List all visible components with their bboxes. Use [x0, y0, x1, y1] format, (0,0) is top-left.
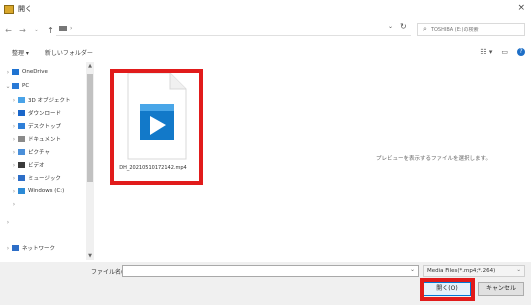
forward-arrow-icon[interactable]: →: [17, 26, 28, 35]
scroll-down-icon[interactable]: ▼: [86, 253, 94, 259]
help-icon[interactable]: ?: [517, 48, 525, 56]
organize-menu-button[interactable]: 整理 ▾: [12, 48, 29, 57]
cancel-button[interactable]: キャンセル: [478, 282, 524, 296]
preview-pane-icon[interactable]: ▭: [501, 48, 508, 56]
nav-item-label: OneDrive: [22, 69, 48, 75]
nav-item-desktop[interactable]: › デスクトップ: [10, 120, 61, 132]
preview-message: プレビューを表示するファイルを選択します。: [376, 156, 491, 162]
file-highlight-box: [110, 69, 203, 185]
pictures-icon: [18, 149, 25, 155]
navigation-pane: › OneDrive ⌄ PC › 3D オブジェクト › ダウンロード › デスクトップ › ドキュ…: [0, 62, 92, 260]
open-highlight-box: [420, 278, 475, 301]
expand-chevron-icon[interactable]: ›: [4, 69, 12, 76]
file-type-filter[interactable]: Media Files(*.mp4;*.264) ⌄: [423, 265, 525, 277]
expand-chevron-icon[interactable]: ›: [10, 123, 18, 130]
filter-dropdown-icon: ⌄: [516, 267, 521, 273]
expand-chevron-icon[interactable]: ›: [10, 136, 18, 143]
address-dropdown-icon[interactable]: ⌄: [388, 23, 393, 30]
expand-chevron-icon[interactable]: ⌄: [4, 83, 12, 90]
nav-item-onedrive[interactable]: › OneDrive: [4, 66, 48, 78]
filename-dropdown-icon[interactable]: ⌄: [410, 266, 415, 273]
search-input[interactable]: [430, 26, 519, 33]
nav-item-download[interactable]: › ダウンロード: [10, 107, 61, 119]
expand-chevron-icon[interactable]: ›: [10, 162, 18, 169]
scroll-up-icon[interactable]: ▲: [86, 63, 94, 69]
new-folder-button[interactable]: 新しいフォルダー: [45, 48, 93, 57]
nav-item-documents[interactable]: › ドキュメント: [10, 133, 61, 145]
download-icon: [18, 110, 25, 116]
drive-icon: [18, 188, 25, 194]
videos-icon: [18, 162, 25, 168]
nav-item-pictures[interactable]: › ピクチャ: [10, 146, 50, 158]
nav-item-3d-objects[interactable]: › 3D オブジェクト: [10, 94, 71, 106]
search-icon: ⌕: [423, 25, 427, 33]
folder-app-icon: [4, 4, 14, 14]
expand-chevron-icon[interactable]: ›: [10, 201, 18, 208]
dialog-footer: ファイル名(N): ⌄ Media Files(*.mp4;*.264) ⌄ 開…: [0, 262, 531, 305]
up-arrow-icon[interactable]: ↑: [45, 26, 56, 35]
back-arrow-icon[interactable]: ←: [3, 26, 14, 35]
onedrive-icon: [12, 69, 19, 75]
recent-dropdown-icon[interactable]: ⌄: [31, 27, 42, 33]
path-separator: ›: [70, 25, 73, 32]
nav-item-label: ピクチャ: [28, 150, 50, 156]
expand-chevron-icon[interactable]: ›: [10, 97, 18, 104]
expand-chevron-icon[interactable]: ›: [10, 188, 18, 195]
filename-input[interactable]: [122, 265, 419, 277]
nav-item-music[interactable]: › ミュージック: [10, 172, 61, 184]
title-bar: 開く ×: [0, 0, 531, 18]
music-icon: [18, 175, 25, 181]
refresh-icon[interactable]: ↻: [400, 22, 407, 31]
nav-item-pc[interactable]: ⌄ PC: [4, 80, 29, 92]
nav-scrollbar[interactable]: ▲ ▼: [86, 62, 94, 260]
close-icon[interactable]: ×: [517, 3, 525, 13]
nav-item-label: Windows (C:): [28, 188, 65, 194]
nav-item-videos[interactable]: › ビデオ: [10, 159, 45, 171]
nav-scroll-thumb[interactable]: [87, 74, 93, 182]
expand-chevron-icon[interactable]: ›: [10, 110, 18, 117]
nav-item-label: ネットワーク: [22, 246, 56, 252]
desktop-icon: [18, 123, 25, 129]
drive-path-icon: [59, 26, 67, 31]
nav-item-collapsed[interactable]: ›: [10, 198, 18, 210]
nav-item-label: 3D オブジェクト: [28, 98, 71, 104]
nav-item-label: ビデオ: [28, 163, 45, 169]
nav-item-collapsed[interactable]: ›: [4, 216, 12, 228]
network-icon: [12, 245, 19, 251]
command-toolbar: 整理 ▾ 新しいフォルダー ☷ ▾ ▭ ?: [0, 45, 531, 59]
expand-chevron-icon[interactable]: ›: [10, 149, 18, 156]
documents-icon: [18, 136, 25, 142]
nav-item-label: PC: [22, 83, 30, 89]
expand-chevron-icon[interactable]: ›: [10, 175, 18, 182]
expand-chevron-icon[interactable]: ›: [4, 219, 12, 226]
nav-item-drive[interactable]: › Windows (C:): [10, 185, 65, 197]
nav-item-label: ダウンロード: [28, 111, 62, 117]
nav-item-network[interactable]: › ネットワーク: [4, 242, 55, 254]
search-box[interactable]: ⌕: [417, 23, 525, 36]
nav-item-label: ドキュメント: [28, 137, 62, 143]
nav-item-label: ミュージック: [28, 176, 61, 182]
view-options-icon[interactable]: ☷ ▾: [480, 48, 492, 56]
pc-icon: [12, 83, 19, 89]
3d-objects-icon: [18, 97, 25, 103]
file-list-area: DH_20210510172142.mp4: [95, 62, 360, 260]
address-field[interactable]: ›: [56, 22, 411, 36]
window-title: 開く: [18, 5, 32, 13]
nav-item-label: デスクトップ: [28, 124, 62, 130]
file-type-filter-label: Media Files(*.mp4;*.264): [427, 268, 496, 274]
expand-chevron-icon[interactable]: ›: [4, 245, 12, 252]
view-controls: ☷ ▾ ▭ ?: [480, 45, 525, 59]
